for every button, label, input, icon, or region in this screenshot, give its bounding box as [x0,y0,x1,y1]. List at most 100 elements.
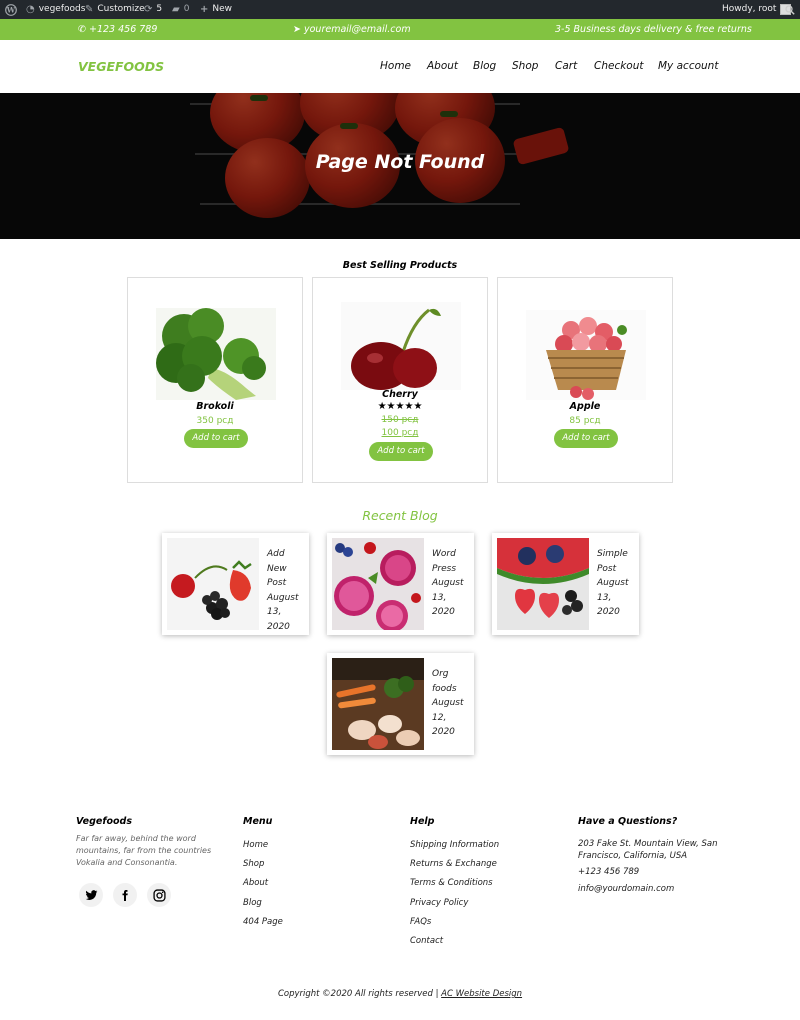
footer-menu-heading: Menu [243,816,273,827]
footer-link-404[interactable]: 404 Page [243,917,283,927]
plus-icon: + [200,4,209,15]
apple-basket-image[interactable] [526,310,646,400]
svg-text:W: W [6,5,16,14]
admin-bar-account[interactable]: Howdy, root [722,0,792,19]
product-card-brokoli[interactable]: Brokoli 350 рсд Add to cart [127,277,303,483]
search-icon[interactable] [785,0,795,19]
product-card-cherry[interactable]: Cherry ★★★★★ 150 рсд 100 рсд Add to cart [312,277,488,483]
footer-email[interactable]: info@yourdomain.com [578,884,674,894]
facebook-icon[interactable] [113,883,137,907]
blog-date: August 13, 2020 [267,592,299,632]
footer-link-faqs[interactable]: FAQs [410,917,431,927]
product-name[interactable]: Apple [498,401,672,412]
footer-about-text: Far far away, behind the word mountains,… [76,834,212,867]
broccoli-image[interactable] [156,308,276,400]
blog-image[interactable] [332,538,424,630]
admin-bar: W ◔ vegefoods ✎ Customize ⟳ 5 ▰ 0 + New … [0,0,800,19]
twitter-icon[interactable] [79,883,103,907]
nav-item-cart[interactable]: Cart [555,60,577,72]
footer-link-blog[interactable]: Blog [243,898,262,908]
page-title: Page Not Found [315,151,485,173]
product-old-price: 150 рсд [381,415,419,425]
blog-date: August 13, 2020 [432,578,464,618]
add-to-cart-button[interactable]: Add to cart [184,429,248,448]
footer-link-returns[interactable]: Returns & Exchange [410,859,497,869]
cherry-image[interactable] [341,302,461,390]
customize-label: Customize [97,4,145,14]
footer-address: 203 Fake St. Mountain View, San Francisc… [578,839,718,861]
blog-title[interactable]: Word Press [432,549,456,574]
blog-meta: Add New Post August 13, 2020 [267,547,307,635]
footer-link-about[interactable]: About [243,878,268,888]
paper-plane-icon: ➤ [293,24,301,35]
blog-image[interactable] [497,538,589,630]
site-name: vegefoods [38,4,86,14]
nav-item-blog[interactable]: Blog [473,60,496,72]
comments-count: 0 [183,4,190,14]
blog-title[interactable]: Simple Post [597,549,628,574]
blog-card[interactable]: Org foods August 12, 2020 [327,653,474,755]
product-name[interactable]: Brokoli [128,401,302,412]
blog-date: August 12, 2020 [432,698,464,738]
nav-item-checkout[interactable]: Checkout [594,60,644,72]
blog-image[interactable] [167,538,259,630]
blog-meta: Simple Post August 13, 2020 [597,547,637,620]
new-label: New [212,4,233,14]
product-price: 100 рсд [381,428,419,438]
footer-link-terms[interactable]: Terms & Conditions [410,878,493,888]
blog-card[interactable]: Simple Post August 13, 2020 [492,533,639,635]
wordpress-logo-icon[interactable]: W [5,0,17,19]
product-card-apple[interactable]: Apple 85 рсд Add to cart [497,277,673,483]
footer-link-shipping[interactable]: Shipping Information [410,840,499,850]
footer-link-shop[interactable]: Shop [243,859,264,869]
blog-meta: Org foods August 12, 2020 [432,667,472,740]
phone-icon: ✆ [78,24,86,35]
copyright-text: Copyright ©2020 All rights reserved | [277,989,442,999]
product-price: 85 рсд [569,416,601,426]
admin-bar-new[interactable]: + New [200,0,232,19]
footer-help-heading: Help [410,816,435,827]
blog-section-title: Recent Blog [362,508,438,523]
footer-phone[interactable]: +123 456 789 [578,867,639,877]
nav-item-about[interactable]: About [427,60,458,72]
blog-title[interactable]: Org foods [432,669,457,694]
footer-contact-heading: Have a Questions? [578,816,678,827]
admin-bar-updates[interactable]: ⟳ 5 [144,0,162,19]
nav-item-home[interactable]: Home [380,60,411,72]
product-name[interactable]: Cherry [313,389,487,400]
footer-link-privacy[interactable]: Privacy Policy [410,898,468,908]
blog-date: August 13, 2020 [597,578,629,618]
blog-card[interactable]: Word Press August 13, 2020 [327,533,474,635]
updates-icon: ⟳ [144,4,153,15]
footer-link-contact[interactable]: Contact [410,936,443,946]
email-text: youremail@email.com [304,24,411,35]
nav-item-shop[interactable]: Shop [512,60,538,72]
copyright-link[interactable]: AC Website Design [441,989,522,999]
product-price: 350 рсд [196,416,234,426]
main-nav: VEGEFOODS Home About Blog Shop Cart Chec… [0,40,800,93]
blog-image[interactable] [332,658,424,750]
brush-icon: ✎ [85,4,94,15]
footer-link-home[interactable]: Home [243,840,268,850]
top-bar-email: ➤ youremail@email.com [293,19,411,40]
dashboard-icon: ◔ [26,4,35,15]
comment-icon: ▰ [172,4,180,15]
top-bar-delivery: 3-5 Business days delivery & free return… [555,24,752,35]
admin-bar-site[interactable]: ◔ vegefoods [26,0,85,19]
updates-count: 5 [156,4,163,14]
blog-title[interactable]: Add New Post [267,549,287,588]
add-to-cart-button[interactable]: Add to cart [369,442,433,461]
blog-card[interactable]: Add New Post August 13, 2020 [162,533,309,635]
copyright: Copyright ©2020 All rights reserved | AC… [0,989,800,999]
add-to-cart-button[interactable]: Add to cart [554,429,618,448]
admin-bar-customize[interactable]: ✎ Customize [85,0,145,19]
footer-about-heading: Vegefoods [76,816,132,827]
instagram-icon[interactable] [147,883,171,907]
nav-item-my-account[interactable]: My account [658,60,718,72]
brand-logo[interactable]: VEGEFOODS [78,59,164,74]
hero-banner: Page Not Found [0,93,800,239]
admin-bar-comments[interactable]: ▰ 0 [172,0,189,19]
phone-text: +123 456 789 [89,24,158,35]
rating-stars: ★★★★★ [377,401,423,412]
greeting: Howdy, root [722,4,777,14]
